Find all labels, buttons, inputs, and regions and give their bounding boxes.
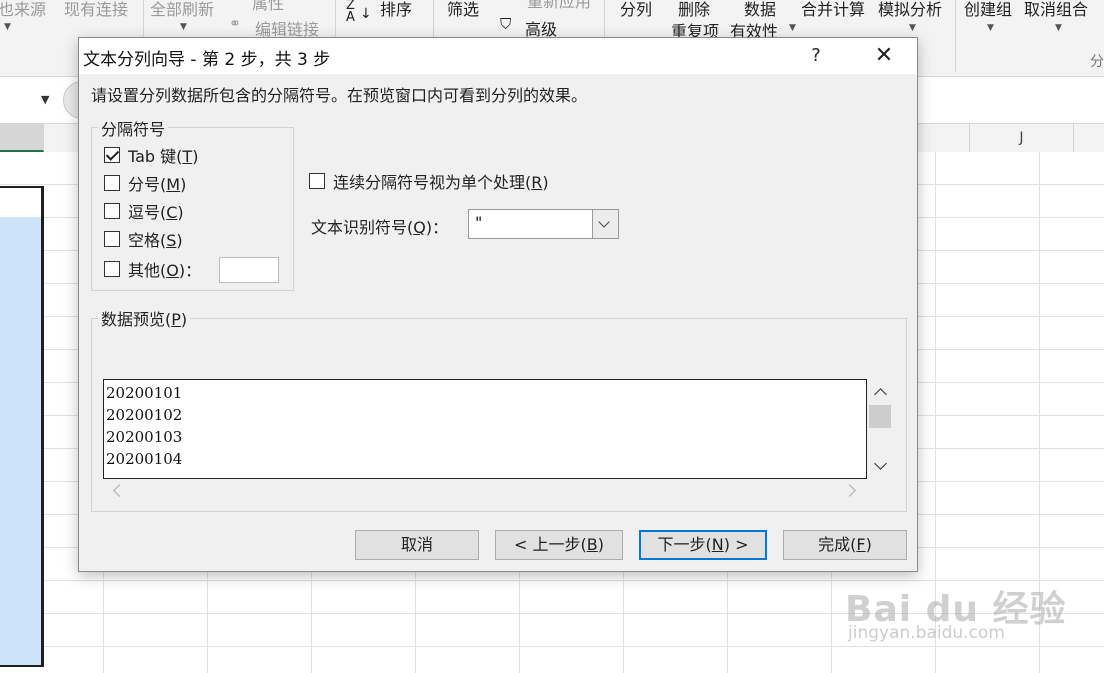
- other-label: 其他(O)：: [128, 261, 202, 280]
- semicolon-checkbox[interactable]: [104, 175, 120, 191]
- sort-button[interactable]: 排序: [380, 0, 412, 20]
- link-icon: ⚭: [229, 16, 241, 32]
- chevron-down-icon: ▼: [1055, 23, 1062, 33]
- other-delimiter-input[interactable]: [219, 257, 279, 283]
- other-checkbox[interactable]: [104, 261, 120, 277]
- preview-line: 20200103: [106, 428, 183, 446]
- consecutive-checkbox[interactable]: [309, 173, 325, 189]
- chevron-down-icon: ▼: [4, 22, 11, 32]
- comma-label: 逗号(C): [128, 203, 184, 222]
- filter-button[interactable]: 筛选: [447, 0, 479, 20]
- chevron-down-icon: ▼: [180, 22, 187, 32]
- comma-checkbox[interactable]: [104, 203, 120, 219]
- text-qualifier-select[interactable]: ": [468, 209, 619, 239]
- space-checkbox[interactable]: [104, 231, 120, 247]
- help-button[interactable]: ?: [801, 42, 831, 70]
- column-header-selected[interactable]: [0, 124, 44, 152]
- semicolon-label: 分号(M): [128, 175, 187, 194]
- consecutive-label: 连续分隔符号视为单个处理(R): [333, 173, 549, 192]
- preview-vertical-scrollbar[interactable]: [867, 383, 893, 481]
- refresh-all-button[interactable]: 全部刷新: [150, 0, 214, 20]
- data-preview[interactable]: 20200101 20200102 20200103 20200104: [103, 379, 867, 479]
- finish-button[interactable]: 完成(F): [783, 530, 907, 560]
- ribbon-divider: [955, 0, 956, 72]
- data-source-button[interactable]: 也来源: [0, 0, 46, 20]
- delimiters-group-label: 分隔符号: [98, 116, 169, 140]
- ungroup-button[interactable]: 取消组合: [1024, 0, 1088, 20]
- active-cell[interactable]: [0, 188, 41, 217]
- text-to-columns-button[interactable]: 分列: [620, 0, 652, 20]
- existing-connections-button[interactable]: 现有连接: [64, 0, 128, 20]
- text-qualifier-label: 文本识别符号(Q)：: [311, 218, 449, 237]
- dialog-title: 文本分列向导 - 第 2 步，共 3 步: [83, 50, 331, 70]
- outline-group-label: 分: [1090, 54, 1104, 70]
- chevron-right-icon[interactable]: [843, 484, 856, 497]
- chevron-down-icon[interactable]: [592, 210, 618, 238]
- chevron-down-icon: ▼: [909, 23, 916, 33]
- semicolon-option[interactable]: 分号(M): [104, 172, 186, 194]
- what-if-analysis-button[interactable]: 模拟分析: [878, 0, 942, 20]
- instruction-text: 请设置分列数据所包含的分隔符号。在预览窗口内可看到分列的效果。: [91, 86, 588, 105]
- tab-option[interactable]: Tab 键(T): [104, 144, 198, 166]
- data-validation-button[interactable]: 数据: [744, 0, 776, 20]
- other-option[interactable]: 其他(O)：: [104, 258, 201, 280]
- column-header-j[interactable]: J: [970, 124, 1074, 152]
- comma-option[interactable]: 逗号(C): [104, 200, 184, 222]
- consolidate-button[interactable]: 合并计算: [801, 0, 865, 20]
- back-button[interactable]: < 上一步(B): [495, 530, 623, 560]
- close-button[interactable]: ✕: [869, 42, 899, 70]
- tab-checkbox[interactable]: [104, 147, 120, 163]
- preview-line: 20200101: [106, 384, 183, 402]
- preview-group-label: 数据预览(P): [98, 306, 191, 330]
- arrow-down-icon: ↓: [360, 6, 372, 22]
- scrollbar-thumb[interactable]: [869, 405, 891, 428]
- remove-duplicates-button[interactable]: 删除: [678, 0, 710, 20]
- cancel-button[interactable]: 取消: [355, 530, 479, 560]
- preview-line: 20200102: [106, 406, 183, 424]
- consecutive-option[interactable]: 连续分隔符号视为单个处理(R): [309, 170, 549, 192]
- space-label: 空格(S): [128, 231, 183, 250]
- preview-horizontal-scrollbar[interactable]: [104, 479, 866, 501]
- text-qualifier-value: ": [475, 213, 483, 232]
- text-to-columns-dialog: 文本分列向导 - 第 2 步，共 3 步 ? ✕ 请设置分列数据所包含的分隔符号…: [78, 37, 918, 572]
- chevron-left-icon[interactable]: [113, 484, 126, 497]
- chevron-down-icon: ▼: [789, 23, 796, 33]
- group-button[interactable]: 创建组: [964, 0, 1012, 20]
- reapply-button[interactable]: 重新应用: [527, 0, 591, 12]
- next-button[interactable]: 下一步(N) >: [639, 530, 767, 560]
- properties-button[interactable]: 属性: [252, 0, 284, 14]
- dialog-titlebar[interactable]: 文本分列向导 - 第 2 步，共 3 步 ? ✕: [79, 38, 917, 74]
- preview-line: 20200104: [106, 450, 183, 468]
- chevron-down-icon[interactable]: ▼: [41, 93, 49, 106]
- baidu-watermark-url: jingyan.baidu.com: [848, 623, 1005, 643]
- filter-advanced-icon: ⛉: [500, 15, 512, 33]
- chevron-down-icon: ▼: [987, 23, 994, 33]
- chevron-down-icon[interactable]: [874, 457, 887, 470]
- sort-za-icon: ZA: [346, 0, 355, 25]
- chevron-up-icon[interactable]: [874, 388, 887, 401]
- selected-range[interactable]: [0, 186, 44, 667]
- tab-label: Tab 键(T): [128, 147, 199, 166]
- column-header-k[interactable]: [1074, 124, 1104, 152]
- space-option[interactable]: 空格(S): [104, 228, 183, 250]
